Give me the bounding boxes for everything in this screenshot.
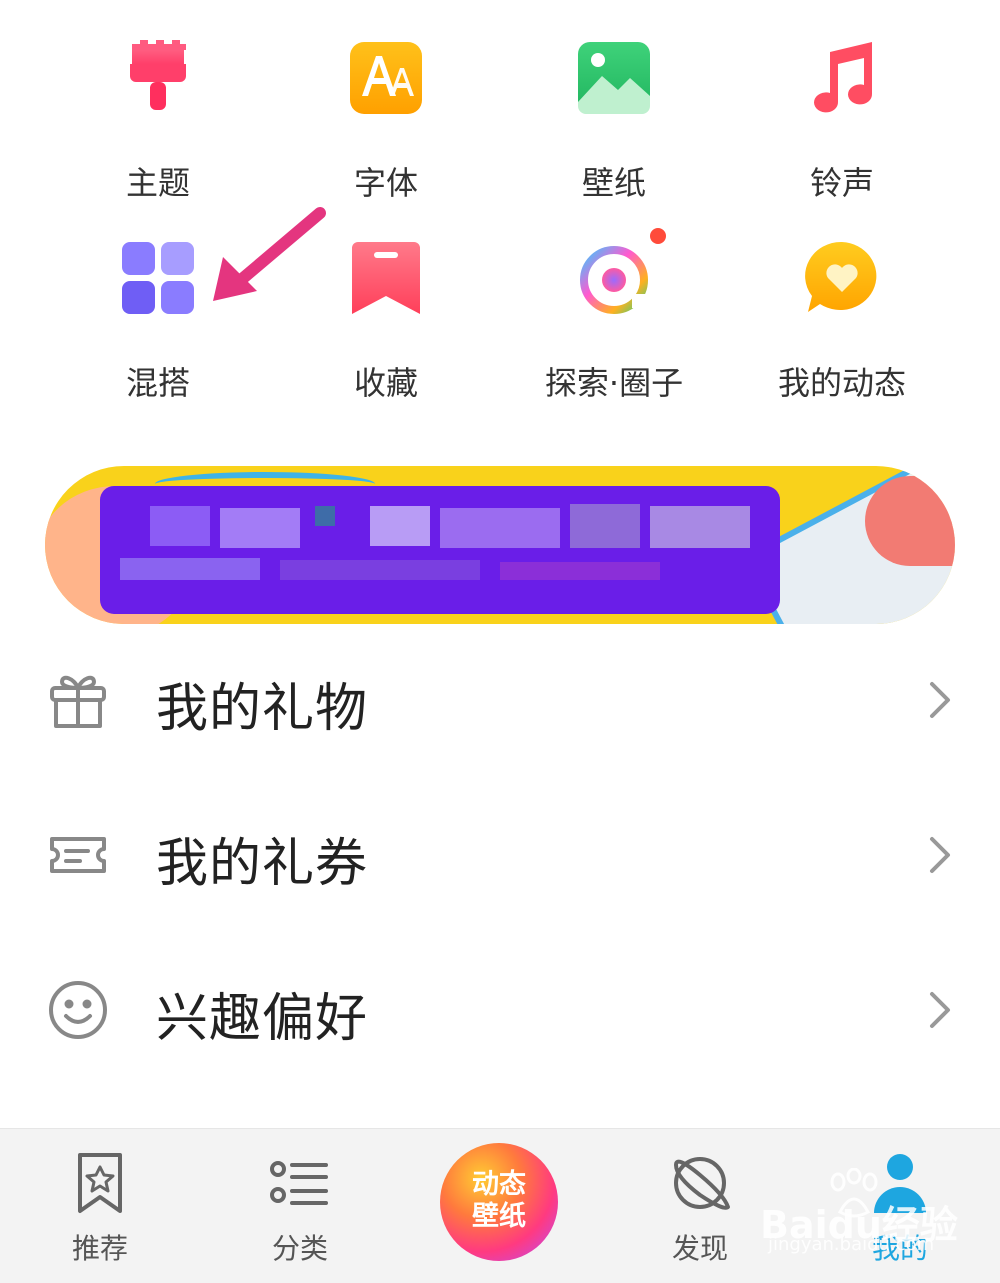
- list-icon: [268, 1151, 332, 1215]
- watermark: Baidu经验 jingyan.baidu.com: [760, 1160, 980, 1270]
- grid-item-explore[interactable]: 探索·圈子: [500, 200, 728, 402]
- grid-item-font[interactable]: 字体: [272, 0, 500, 202]
- annotation-arrow-icon: [205, 205, 330, 305]
- brush-icon: [118, 38, 198, 118]
- list-item-label: 兴趣偏好: [156, 989, 369, 1049]
- grid-item-label: 混搭: [125, 364, 190, 402]
- notification-dot: [650, 228, 666, 244]
- tab-label: 推荐: [71, 1232, 128, 1265]
- chevron-right-icon: [922, 990, 956, 1030]
- ticket-icon: [46, 823, 110, 887]
- grid-item-my-posts[interactable]: 我的动态: [728, 200, 956, 402]
- image-icon: [574, 38, 654, 118]
- planet-icon: [668, 1151, 732, 1215]
- grid-item-label: 收藏: [353, 364, 418, 402]
- list-item-interests[interactable]: 兴趣偏好: [0, 938, 1000, 1088]
- watermark-sub: jingyan.baidu.com: [768, 1234, 935, 1255]
- grid-item-label: 我的动态: [777, 364, 906, 402]
- list-item-label: 我的礼物: [156, 679, 369, 739]
- list-item-my-coupons[interactable]: 我的礼券: [0, 783, 1000, 933]
- grid-item-label: 铃声: [809, 164, 874, 202]
- list-item-label: 我的礼券: [156, 834, 369, 894]
- smiley-icon: [46, 978, 110, 1042]
- grid-item-label: 壁纸: [581, 164, 646, 202]
- chevron-right-icon: [922, 835, 956, 875]
- icon-grid: 主题 字体 壁纸 铃声 混搭 收藏 探索·圈子 我的动态: [0, 0, 1000, 440]
- live-wallpaper-line2: 壁纸: [472, 1201, 526, 1232]
- music-note-icon: [802, 38, 882, 118]
- grid-item-wallpaper[interactable]: 壁纸: [500, 0, 728, 202]
- explore-circle-icon: [574, 238, 654, 318]
- grid-item-label: 字体: [353, 164, 418, 202]
- bookmark-icon: [346, 238, 426, 318]
- grid-item-ringtone[interactable]: 铃声: [728, 0, 956, 202]
- tab-category[interactable]: 分类: [200, 1129, 400, 1283]
- tab-recommend[interactable]: 推荐: [0, 1129, 200, 1283]
- grid-item-theme[interactable]: 主题: [44, 0, 272, 202]
- bookmark-star-icon: [68, 1151, 132, 1215]
- tab-label: 分类: [271, 1232, 328, 1265]
- list-item-my-gifts[interactable]: 我的礼物: [0, 628, 1000, 778]
- live-wallpaper-line1: 动态: [472, 1169, 526, 1200]
- grid-item-label: 主题: [125, 164, 190, 202]
- promo-banner[interactable]: [45, 466, 955, 624]
- four-squares-icon: [118, 238, 198, 318]
- pixelated-banner-text: [100, 486, 780, 614]
- heart-bubble-icon: [802, 238, 882, 318]
- tab-live-wallpaper[interactable]: 动态 壁纸: [440, 1143, 558, 1261]
- gift-icon: [46, 668, 110, 732]
- chevron-right-icon: [922, 680, 956, 720]
- grid-item-label: 探索·圈子: [544, 364, 684, 402]
- banner-hand-illustration: [865, 476, 955, 566]
- font-icon: [346, 38, 426, 118]
